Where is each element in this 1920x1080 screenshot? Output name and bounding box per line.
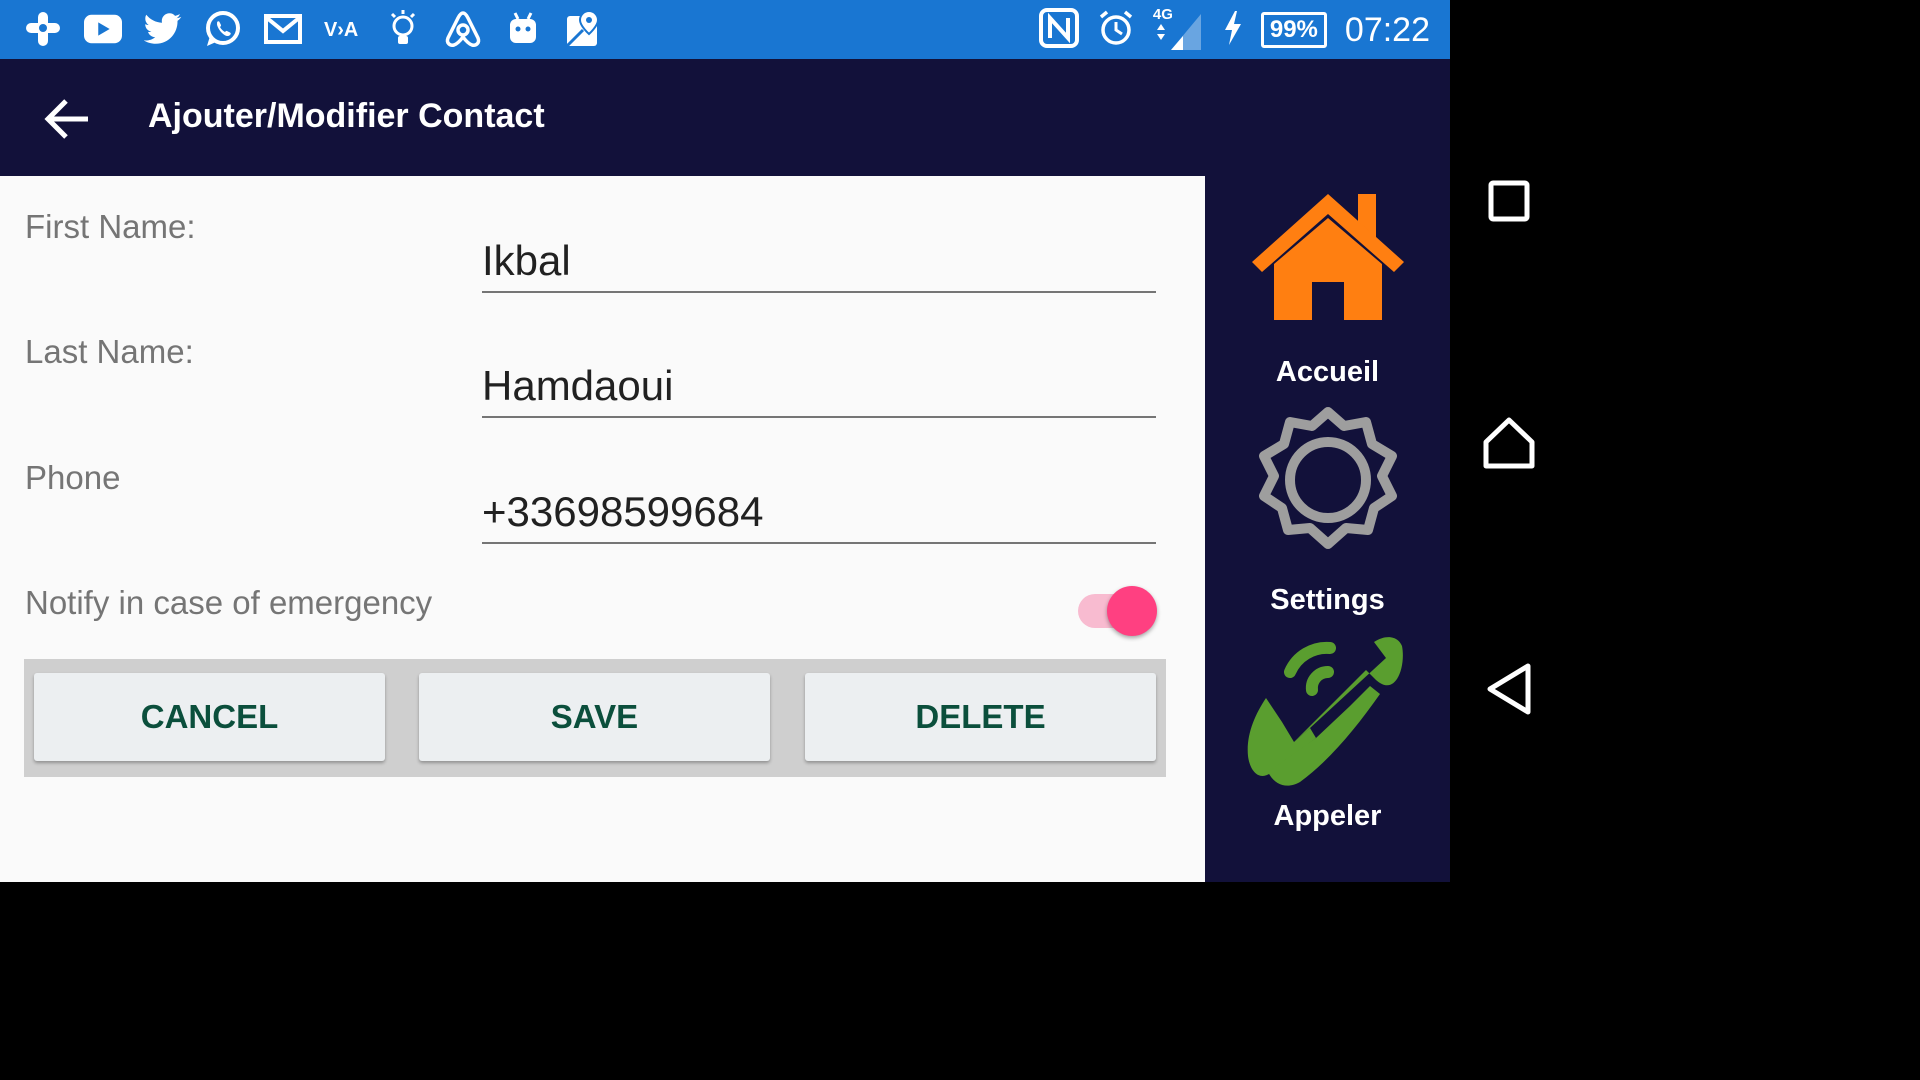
home-outline-icon bbox=[1483, 417, 1535, 469]
square-recents-icon bbox=[1488, 180, 1530, 222]
gear-icon bbox=[1258, 407, 1397, 549]
toggle-thumb bbox=[1107, 586, 1157, 636]
sidebar-item-appeler[interactable]: Appeler bbox=[1205, 632, 1450, 833]
app-bar: Ajouter/Modifier Contact bbox=[0, 59, 1450, 176]
notify-label: Notify in case of emergency bbox=[25, 584, 433, 621]
home-nav-button[interactable] bbox=[1474, 408, 1544, 478]
charging-icon bbox=[1223, 10, 1243, 50]
status-bar: V›A 4G 99% 07:22 bbox=[0, 0, 1450, 59]
last-name-label: Last Name: bbox=[25, 333, 194, 370]
first-name-field[interactable] bbox=[482, 231, 1156, 293]
phone-icon bbox=[1247, 637, 1403, 786]
signal-icon: 4G bbox=[1153, 6, 1205, 52]
home-icon bbox=[1251, 194, 1404, 320]
delete-button[interactable]: DELETE bbox=[805, 673, 1156, 761]
notify-toggle[interactable] bbox=[1078, 586, 1158, 636]
triangle-back-icon bbox=[1487, 663, 1531, 715]
android-icon bbox=[504, 8, 542, 50]
last-name-field[interactable] bbox=[482, 356, 1156, 418]
side-menu: Accueil Settings Appeler bbox=[1205, 176, 1450, 882]
vlc-icon: V›A bbox=[324, 8, 362, 50]
system-nav-bar bbox=[1450, 0, 1568, 882]
maps-icon bbox=[564, 8, 602, 50]
sidebar-label-accueil: Accueil bbox=[1275, 356, 1380, 388]
whatsapp-icon bbox=[204, 8, 242, 50]
action-buttons: CANCEL SAVE DELETE bbox=[24, 659, 1166, 777]
airbnb-icon bbox=[444, 8, 482, 50]
cancel-button[interactable]: CANCEL bbox=[34, 673, 385, 761]
twitter-icon bbox=[144, 8, 182, 50]
phone-label: Phone bbox=[25, 459, 121, 496]
youtube-icon bbox=[84, 8, 122, 50]
back-nav-button[interactable] bbox=[1474, 654, 1544, 724]
clock: 07:22 bbox=[1344, 10, 1430, 49]
arrow-left-icon bbox=[44, 99, 88, 139]
gmail-icon bbox=[264, 8, 302, 50]
nfc-icon bbox=[1038, 7, 1079, 53]
save-button[interactable]: SAVE bbox=[419, 673, 770, 761]
sidebar-item-settings[interactable]: Settings bbox=[1205, 404, 1450, 617]
sidebar-label-appeler: Appeler bbox=[1273, 800, 1382, 832]
notification-icons: V›A bbox=[24, 8, 602, 50]
first-name-label: First Name: bbox=[25, 208, 196, 245]
sidebar-label-settings: Settings bbox=[1270, 584, 1385, 616]
phone-field[interactable] bbox=[482, 482, 1156, 544]
system-status: 4G 99% 07:22 bbox=[1038, 6, 1430, 54]
svg-text:V›A: V›A bbox=[324, 19, 358, 41]
sidebar-item-accueil[interactable]: Accueil bbox=[1205, 190, 1450, 389]
page-title: Ajouter/Modifier Contact bbox=[148, 97, 545, 135]
recents-button[interactable] bbox=[1474, 166, 1544, 236]
battery-indicator: 99% bbox=[1260, 12, 1327, 48]
contact-form: First Name: Last Name: Phone Notify in c… bbox=[0, 176, 1205, 882]
alarm-icon bbox=[1097, 9, 1135, 52]
lightbulb-icon bbox=[384, 8, 422, 50]
plus-app-icon bbox=[24, 8, 62, 50]
back-button[interactable] bbox=[36, 89, 96, 149]
